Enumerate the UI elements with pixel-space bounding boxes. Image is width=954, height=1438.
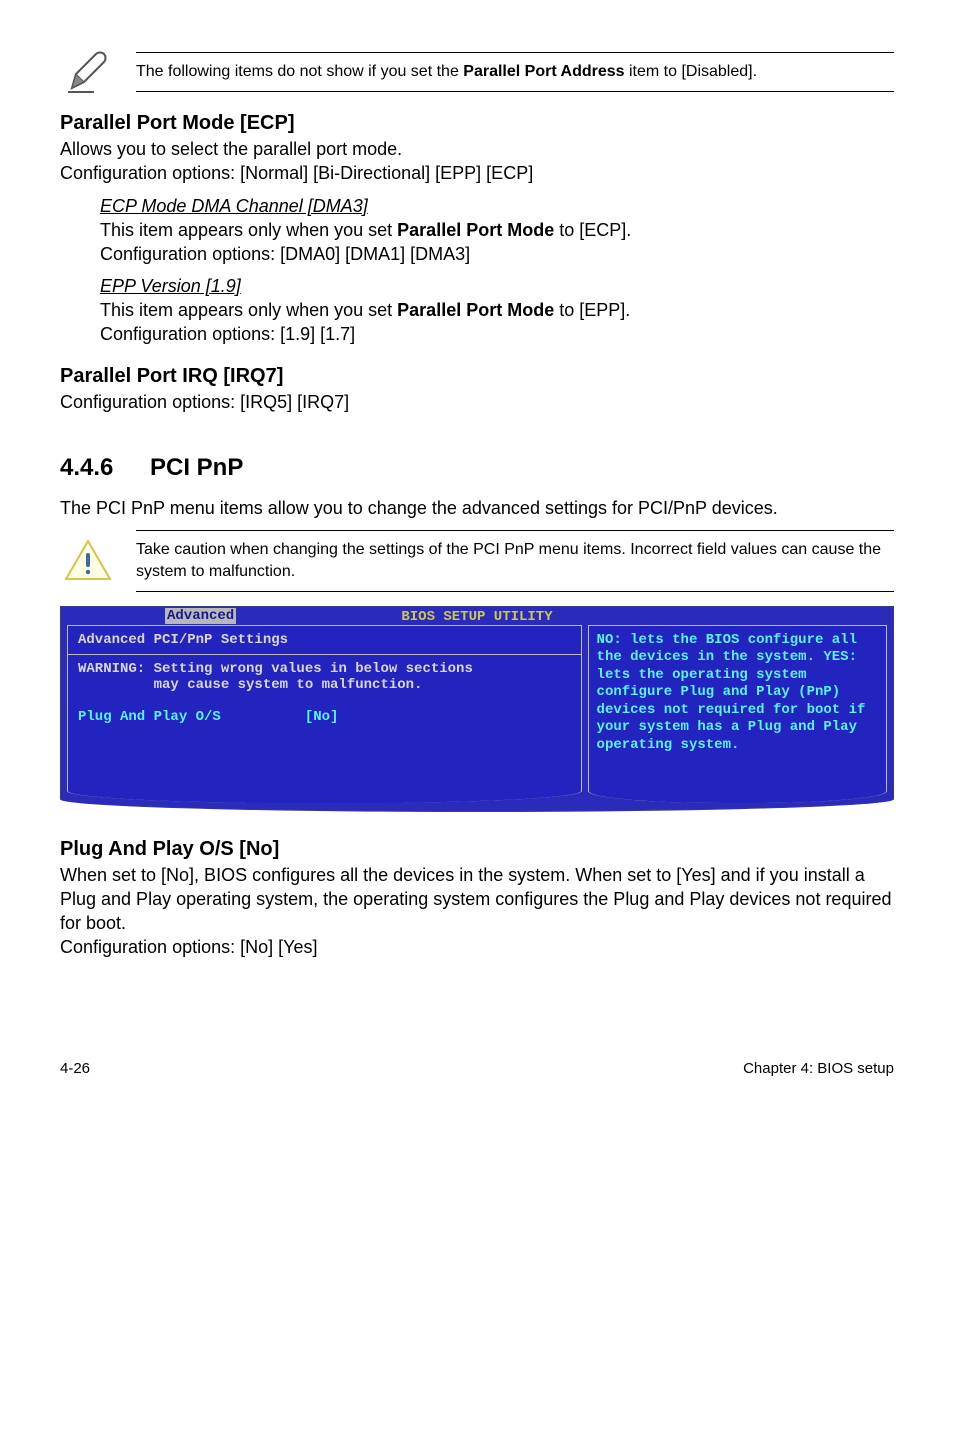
heading-pci-pnp: 4.4.6PCI PnP (60, 454, 894, 482)
caution-icon (60, 539, 116, 583)
text: Parallel Port Mode (397, 300, 554, 320)
note-block: The following items do not show if you s… (60, 50, 894, 94)
body-text: Allows you to select the parallel port m… (60, 137, 894, 186)
heading-plug-and-play: Plug And Play O/S [No] (60, 838, 894, 861)
text: This item appears only when you set (100, 220, 397, 240)
sub-heading: ECP Mode DMA Channel [DMA3] (100, 196, 894, 217)
bios-tab-advanced: Advanced (165, 608, 236, 624)
note-text: The following items do not show if you s… (136, 52, 894, 92)
text: to [ECP]. (554, 220, 631, 240)
text: to [EPP]. (554, 300, 630, 320)
note-text-a: The following items do not show if you s… (136, 63, 463, 80)
sub-body: This item appears only when you set Para… (100, 218, 894, 267)
heading-parallel-port-irq: Parallel Port IRQ [IRQ7] (60, 365, 894, 388)
text: Configuration options: [1.9] [1.7] (100, 324, 355, 344)
text: Allows you to select the parallel port m… (60, 139, 402, 159)
bios-warning-line: WARNING: Setting wrong values in below s… (78, 661, 571, 677)
footer-chapter: Chapter 4: BIOS setup (743, 1060, 894, 1077)
text: Parallel Port Mode (397, 220, 554, 240)
caution-block: Take caution when changing the settings … (60, 530, 894, 591)
body-text: The PCI PnP menu items allow you to chan… (60, 496, 894, 520)
page-footer: 4-26 Chapter 4: BIOS setup (60, 1060, 894, 1077)
caution-text: Take caution when changing the settings … (136, 530, 894, 591)
footer-page-number: 4-26 (60, 1060, 90, 1077)
bios-setting-label: Plug And Play O/S (78, 709, 221, 725)
text: When set to [No], BIOS configures all th… (60, 865, 891, 934)
bios-screenshot: BIOS SETUP UTILITY Advanced Advanced PCI… (60, 606, 894, 812)
text: Configuration options: [No] [Yes] (60, 937, 318, 957)
bios-warning-line: may cause system to malfunction. (78, 677, 571, 693)
note-text-b: item to [Disabled]. (625, 63, 758, 80)
body-text: When set to [No], BIOS configures all th… (60, 863, 894, 960)
bios-setting-value: [No] (305, 709, 339, 725)
bios-setting-row: Plug And Play O/S [No] (78, 709, 571, 725)
bios-left-heading: Advanced PCI/PnP Settings (78, 632, 571, 648)
pencil-icon (60, 50, 116, 94)
heading-title: PCI PnP (150, 454, 243, 481)
bios-right-panel: NO: lets the BIOS configure all the devi… (588, 625, 887, 803)
sub-block-ecp: ECP Mode DMA Channel [DMA3] This item ap… (100, 196, 894, 347)
heading-parallel-port-mode: Parallel Port Mode [ECP] (60, 112, 894, 135)
bios-title: BIOS SETUP UTILITY (401, 609, 552, 625)
text: This item appears only when you set (100, 300, 397, 320)
text: Configuration options: [Normal] [Bi-Dire… (60, 163, 533, 183)
sub-heading: EPP Version [1.9] (100, 276, 894, 297)
bios-left-panel: Advanced PCI/PnP Settings WARNING: Setti… (67, 625, 582, 803)
body-text: Configuration options: [IRQ5] [IRQ7] (60, 390, 894, 414)
heading-number: 4.4.6 (60, 454, 150, 482)
sub-body: This item appears only when you set Para… (100, 298, 894, 347)
text: Configuration options: [DMA0] [DMA1] [DM… (100, 244, 470, 264)
note-text-bold: Parallel Port Address (463, 63, 624, 80)
bios-title-row: BIOS SETUP UTILITY Advanced (61, 607, 893, 625)
